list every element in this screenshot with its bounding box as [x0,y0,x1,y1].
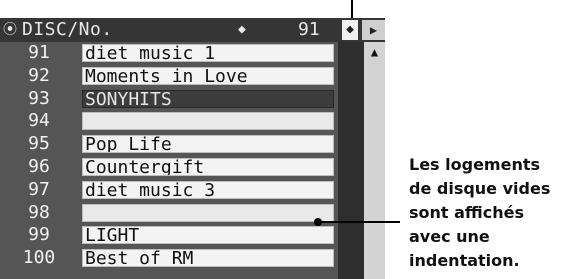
caption-text: Les logements de disque vides sont affic… [409,153,565,273]
disc-list: 91 diet music 1 92 Moments in Love 93 SO… [0,42,336,270]
header-title: DISC/No. [22,19,113,40]
disc-icon: ⦿ [3,22,17,38]
disc-list-screen: ⦿ DISC/No. ◆ 91 ◆ ▶ 91 diet music 1 92 M… [0,18,385,279]
disc-number: 96 [28,155,50,177]
list-item[interactable]: 99 LIGHT [0,224,336,247]
disc-number: 95 [28,133,50,155]
disc-title: diet music 3 [82,180,334,199]
disc-title: LIGHT [82,226,334,245]
list-item[interactable]: 97 diet music 3 [0,179,336,202]
next-arrow-icon[interactable]: ◆ [342,20,358,40]
list-item[interactable]: 96 Countergift [0,156,336,179]
header-bar: ⦿ DISC/No. ◆ 91 ◆ ▶ [0,18,385,42]
disc-title-empty [82,112,334,131]
caption-line: de disque vides [409,179,551,198]
disc-title: Best of RM [82,249,334,268]
disc-number: 99 [28,224,50,246]
caption-line: sont affichés [409,203,525,222]
disc-number: 98 [28,201,50,223]
disc-title: Pop Life [82,135,334,154]
current-disc-number: 91 [298,19,320,40]
scroll-up-icon[interactable]: ▲ [364,45,385,59]
list-item[interactable]: 100 Best of RM [0,247,336,270]
scrollbar-thumb[interactable] [338,42,364,279]
list-item[interactable]: 92 Moments in Love [0,65,336,88]
disc-number: 93 [28,87,50,109]
disc-number: 91 [28,42,50,63]
disc-title: Countergift [82,157,334,176]
list-item[interactable]: 93 SONYHITS [0,88,336,111]
disc-title-selected: SONYHITS [82,89,334,108]
disc-title: Moments in Love [82,66,334,85]
scrollbar-track[interactable] [364,42,385,279]
caption-line: Les logements [409,155,541,174]
scroll-down-icon[interactable]: ▼ [364,275,385,279]
disc-number: 97 [28,178,50,200]
disc-number: 94 [28,110,50,132]
disc-title-empty [82,203,334,222]
disc-title: diet music 1 [82,44,334,62]
disc-number: 100 [22,247,56,269]
prev-arrow-icon[interactable]: ◆ [238,22,246,38]
list-item[interactable]: 91 diet music 1 [0,42,336,65]
callout-dot [314,218,322,226]
list-item[interactable]: 94 [0,110,336,133]
scroll-right-icon[interactable]: ▶ [362,20,385,40]
callout-line-bottom [318,221,400,223]
caption-line: avec une [409,227,490,246]
disc-number: 92 [28,64,50,86]
list-item[interactable]: 95 Pop Life [0,133,336,156]
caption-line: indentation. [409,251,520,270]
list-item[interactable]: 98 [0,202,336,225]
